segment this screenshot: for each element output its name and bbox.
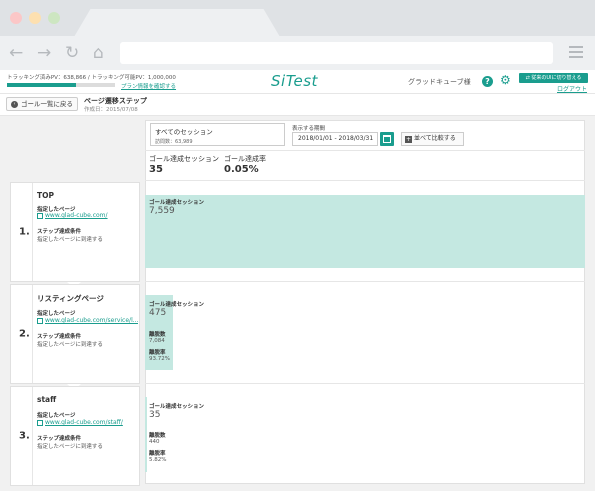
funnel-bar-3 xyxy=(145,397,148,472)
step-url-link[interactable]: www.glad-cube.com/service/l... xyxy=(37,317,139,324)
created-date: 作成日：2015/07/08 xyxy=(84,107,138,113)
plan-info-link[interactable]: プラン情報を確認する xyxy=(121,82,176,90)
step-url-link[interactable]: www.glad-cube.com/staff/ xyxy=(37,419,139,426)
external-link-icon xyxy=(37,419,43,426)
divider xyxy=(145,150,585,151)
sitest-logo[interactable]: SiTest xyxy=(271,72,318,90)
drop-rate-value: 93.72% xyxy=(149,356,170,362)
switch-ui-button[interactable]: ⇄ 従来のUIに切り替える xyxy=(519,73,588,83)
tracking-usage-text: トラッキング済みPV：638,866 / トラッキング可能PV：1,000,00… xyxy=(7,75,176,81)
plus-icon: + xyxy=(405,135,412,143)
funnel-step-3: 3. staff 指定したページ www.glad-cube.com/staff… xyxy=(10,386,140,486)
address-bar[interactable] xyxy=(120,42,553,64)
step-number: 2. xyxy=(11,285,33,383)
compare-button[interactable]: + 並べて比較する xyxy=(401,132,464,146)
step-name: リスティングページ xyxy=(37,294,104,303)
step-condition-text: 指定したページに到達する xyxy=(37,444,103,450)
step-name: staff xyxy=(37,395,57,404)
divider xyxy=(145,281,585,282)
calendar-icon[interactable] xyxy=(380,132,394,146)
goal-rate-value: 0.05% xyxy=(224,164,259,175)
bar-label: ゴール達成セッション xyxy=(149,404,205,410)
step-number: 3. xyxy=(11,387,33,485)
logout-link[interactable]: ログアウト xyxy=(557,84,587,93)
goal-rate-label: ゴール達成率 xyxy=(224,155,266,163)
back-to-goals-label: ゴール一覧に戻る xyxy=(21,100,73,108)
browser-tab[interactable] xyxy=(74,9,280,37)
divider xyxy=(145,383,585,384)
step-condition-label: ステップ達成条件 xyxy=(37,334,82,340)
tracking-progress-bar xyxy=(7,83,115,87)
funnel-panel xyxy=(145,120,585,484)
compare-label: 並べて比較する xyxy=(414,135,456,142)
forward-arrow-icon[interactable]: → xyxy=(37,43,51,63)
segment-title: すべてのセッション xyxy=(155,128,213,136)
goal-sessions-label: ゴール達成セッション xyxy=(149,155,219,163)
drop-count-label: 離脱数 xyxy=(149,433,166,439)
external-link-icon xyxy=(37,317,43,324)
home-icon[interactable]: ⌂ xyxy=(93,43,104,63)
funnel-step-1: 1. TOP 指定したページ www.glad-cube.com/ ステップ達成… xyxy=(10,182,140,282)
menu-icon[interactable] xyxy=(569,46,583,58)
sub-header: ‹ ゴール一覧に戻る ページ遷移ステップ 作成日：2015/07/08 xyxy=(0,94,595,116)
step-condition-label: ステップ達成条件 xyxy=(37,229,82,235)
step-condition-text: 指定したページに到達する xyxy=(37,237,103,243)
step-number: 1. xyxy=(11,183,33,281)
close-window-button[interactable] xyxy=(10,12,22,24)
reload-icon[interactable]: ↻ xyxy=(65,43,79,63)
bar-value: 35 xyxy=(149,410,161,420)
bar-label: ゴール達成セッション xyxy=(149,200,205,206)
maximize-window-button[interactable] xyxy=(48,12,60,24)
funnel-bar-1 xyxy=(145,195,585,268)
drop-rate-value: 5.82% xyxy=(149,457,167,463)
user-name: グラッドキューブ様 xyxy=(408,78,471,86)
drop-rate-label: 離脱率 xyxy=(149,350,166,356)
segment-visits: 訪問数：63,989 xyxy=(155,139,193,145)
tracking-progress-fill xyxy=(7,83,76,87)
back-to-goals-button[interactable]: ‹ ゴール一覧に戻る xyxy=(6,97,78,111)
help-icon[interactable]: ? xyxy=(482,76,493,87)
main-content: すべてのセッション 訪問数：63,989 表示する期間 2018/01/01 -… xyxy=(0,116,595,491)
step-name: TOP xyxy=(37,191,54,200)
browser-toolbar: ← → ↻ ⌂ xyxy=(0,36,595,70)
app-header: トラッキング済みPV：638,866 / トラッキング可能PV：1,000,00… xyxy=(0,70,595,94)
step-page-label: 指定したページ xyxy=(37,311,76,317)
drop-count-label: 離脱数 xyxy=(149,332,166,338)
drop-count-value: 440 xyxy=(149,439,160,445)
browser-chrome: ← → ↻ ⌂ xyxy=(0,0,595,70)
bar-value: 7,559 xyxy=(149,206,175,216)
external-link-icon xyxy=(37,212,43,219)
divider xyxy=(145,180,585,181)
segment-selector[interactable]: すべてのセッション 訪問数：63,989 xyxy=(150,123,285,146)
bar-value: 475 xyxy=(149,308,167,318)
gear-icon[interactable]: ⚙ xyxy=(500,74,511,87)
drop-rate-label: 離脱率 xyxy=(149,451,166,457)
period-label: 表示する期間 xyxy=(292,126,326,132)
funnel-step-2: 2. リスティングページ 指定したページ www.glad-cube.com/s… xyxy=(10,284,140,384)
goal-sessions-value: 35 xyxy=(149,164,163,175)
window-controls xyxy=(10,12,60,24)
date-range-input[interactable]: 2018/01/01 - 2018/03/31 xyxy=(292,132,378,146)
drop-count-value: 7,084 xyxy=(149,338,165,344)
minimize-window-button[interactable] xyxy=(29,12,41,24)
step-url-link[interactable]: www.glad-cube.com/ xyxy=(37,212,139,219)
back-arrow-icon[interactable]: ← xyxy=(9,43,23,63)
chevron-left-icon: ‹ xyxy=(11,100,18,108)
step-page-label: 指定したページ xyxy=(37,413,76,419)
bar-label: ゴール達成セッション xyxy=(149,302,205,308)
step-condition-label: ステップ達成条件 xyxy=(37,436,82,442)
step-condition-text: 指定したページに到達する xyxy=(37,342,103,348)
